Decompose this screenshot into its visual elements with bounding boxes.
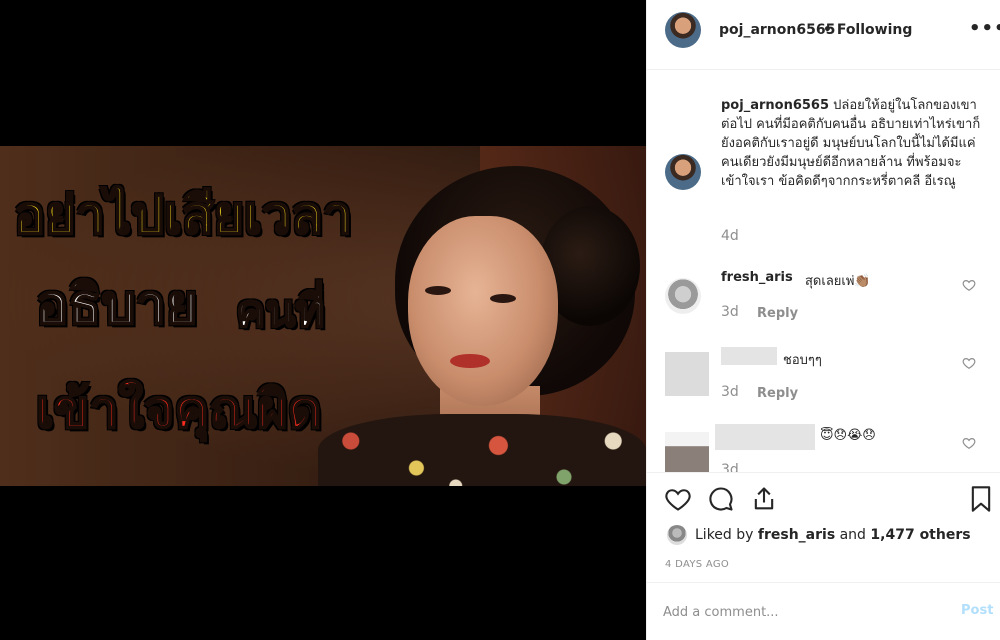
comment-icon[interactable] [707, 485, 735, 513]
comment-input[interactable] [663, 601, 923, 623]
caption: poj_arnon6565 ปล่อยให้อยู่ในโลกของเขาต่อ… [721, 96, 993, 191]
comment-avatar[interactable] [665, 278, 701, 314]
post-comment-button[interactable]: Post [961, 603, 993, 618]
liker-avatar[interactable] [667, 525, 687, 545]
overlay-text-line2a: อธิบาย [35, 273, 199, 336]
post-timestamp[interactable]: 4 DAYS AGO [665, 559, 729, 570]
comment-like-icon[interactable] [962, 436, 976, 450]
comment-time[interactable]: 3d [721, 304, 739, 320]
overlay-text-line3: เข้าใจคุณผิด [35, 380, 323, 440]
photo-face [408, 216, 558, 406]
likes-prefix: Liked by [695, 527, 758, 543]
comment-text: ชอบๆๆ [783, 353, 822, 368]
photo-floral-dress [318, 414, 646, 486]
author-avatar[interactable] [665, 12, 701, 48]
liker-username[interactable]: fresh_aris [758, 527, 835, 543]
comment-username-redacted[interactable] [721, 347, 777, 365]
likes-summary[interactable]: Liked by fresh_aris and 1,477 others [695, 527, 971, 543]
post-side-panel: poj_arnon6565 • Following ••• poj_arnon6… [646, 0, 1000, 640]
caption-time[interactable]: 4d [721, 228, 739, 244]
photo-eye-left [425, 286, 451, 295]
comment-like-icon[interactable] [962, 278, 976, 292]
bookmark-icon[interactable] [967, 485, 995, 513]
caption-avatar[interactable] [665, 154, 701, 190]
caption-username[interactable]: poj_arnon6565 [721, 98, 829, 113]
likes-count[interactable]: 1,477 others [870, 527, 970, 543]
comment-text: 😇😞😭😞 [820, 428, 876, 443]
more-options-icon[interactable]: ••• [969, 18, 1000, 39]
post-actions: Liked by fresh_aris and 1,477 others 4 D… [647, 472, 1000, 582]
heart-icon[interactable] [664, 485, 692, 513]
comment-username[interactable]: fresh_aris [721, 270, 793, 285]
photo-eye-right [490, 294, 516, 303]
share-icon[interactable] [750, 485, 778, 513]
post-header: poj_arnon6565 • Following ••• [647, 0, 1000, 70]
comments-list[interactable]: poj_arnon6565 ปล่อยให้อยู่ในโลกของเขาต่อ… [647, 70, 1000, 472]
comment-avatar-redacted[interactable] [665, 352, 709, 396]
reply-button[interactable]: Reply [757, 306, 798, 321]
comment-time[interactable]: 3d [721, 384, 739, 400]
comment-text: สุดเลยเพ่👏🏽 [805, 274, 871, 289]
likes-middle: and [835, 527, 871, 543]
add-comment-bar: Post [647, 582, 1000, 640]
reply-button[interactable]: Reply [757, 386, 798, 401]
photo-lips [450, 354, 490, 368]
follow-status[interactable]: • Following [823, 22, 912, 38]
comment-username-redacted[interactable] [715, 424, 815, 450]
overlay-text-line2b: คนที่ [235, 286, 326, 337]
post-media[interactable]: อย่าไปเสียเวลา อธิบาย คนที่ เข้าใจคุณผิด [0, 0, 646, 640]
comment-like-icon[interactable] [962, 356, 976, 370]
overlay-text-line1: อย่าไปเสียเวลา [13, 186, 353, 246]
comment-time[interactable]: 3d [721, 462, 739, 472]
comment-avatar-redacted[interactable] [665, 432, 709, 472]
author-username[interactable]: poj_arnon6565 [719, 22, 835, 38]
